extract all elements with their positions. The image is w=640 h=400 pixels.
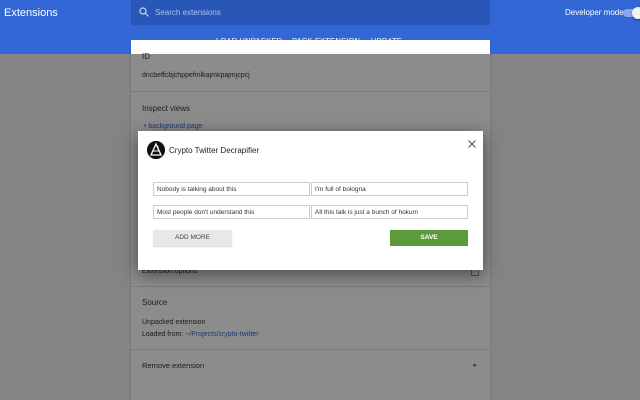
settings-dialog: Crypto Twitter Decrapifier ADD MORE SAVE [138,131,483,270]
search-bar[interactable] [131,0,490,25]
developer-mode-label: Developer mode [565,8,624,17]
page-title: Extensions [4,7,58,19]
toggle-knob [632,7,640,19]
developer-mode-toggle[interactable] [623,7,640,19]
search-input[interactable] [155,0,475,25]
close-icon[interactable] [467,139,477,149]
add-more-button[interactable]: ADD MORE [153,230,232,246]
save-button[interactable]: SAVE [390,230,468,246]
phrase-input-2[interactable] [153,205,310,219]
search-icon [139,7,149,17]
replacement-input-1[interactable] [311,182,468,196]
extension-logo-icon [147,141,165,159]
dialog-title: Crypto Twitter Decrapifier [169,146,260,155]
phrase-input-1[interactable] [153,182,310,196]
replacement-input-2[interactable] [311,205,468,219]
